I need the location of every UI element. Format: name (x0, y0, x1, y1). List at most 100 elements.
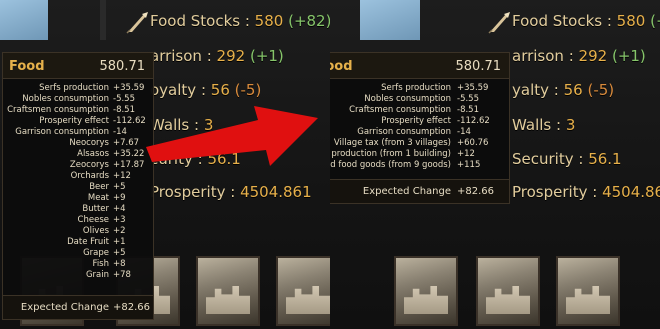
tooltip-row-value: +78 (113, 270, 131, 280)
expected-change-value: +82.66 (113, 302, 151, 313)
loyalty-stat[interactable]: oyalty : 56 (-5) (150, 81, 261, 99)
prosperity-label: Prosperity : (512, 183, 598, 201)
tooltip-title: Food (330, 59, 353, 74)
security-stat[interactable]: curity : 56.1 (150, 150, 241, 168)
tooltip-row: Prosperity effect -112.62 (330, 116, 509, 127)
garrison-stat[interactable]: arrison : 292 (+1) (512, 47, 646, 65)
walls-stat[interactable]: Walls : 3 (512, 116, 575, 134)
building-thumbnail[interactable] (394, 256, 458, 326)
tooltip-header: Food 580.71 (330, 53, 509, 79)
tooltip-footer: Expected Change +82.66 (330, 179, 509, 203)
tooltip-row-label: Craftsmen consumption (7, 105, 109, 115)
tooltip-row: Garrison consumption -14 (330, 127, 509, 138)
tooltip-row-label: Garrison consumption (15, 127, 109, 137)
tooltip-row-value: -5.55 (457, 94, 479, 104)
prosperity-stat[interactable]: Prosperity : 4504.861 (512, 183, 660, 201)
tooltip-row-value: +7.67 (113, 138, 140, 148)
loyalty-stat[interactable]: yalty : 56 (-5) (512, 81, 614, 99)
tooltip-row-label: Olives (82, 226, 109, 236)
tooltip-row-label: Fish (92, 259, 109, 269)
building-thumbnail[interactable] (556, 256, 620, 326)
sky-background (0, 0, 48, 40)
tooltip-row-label: Serfs production (381, 83, 451, 93)
expected-change-label: Expected Change (362, 186, 451, 197)
tooltip-row-value: +3 (113, 215, 126, 225)
tooltip-row: Sold food goods (from 9 goods) +115 (330, 160, 509, 171)
tooltip-row: Neocorys +7.67 (3, 138, 153, 149)
tooltip-row: Garrison consumption -14 (3, 127, 153, 138)
loyalty-change: (-5) (234, 81, 262, 99)
building-thumbnail[interactable] (476, 256, 540, 326)
tooltip-row-value: -5.55 (113, 94, 135, 104)
walls-stat[interactable]: Walls : 3 (150, 116, 213, 134)
tooltip-row-value: -112.62 (113, 116, 146, 126)
tooltip-header: Food 580.71 (3, 53, 153, 79)
tooltip-row: Serfs production +35.59 (3, 83, 153, 94)
food-stocks-stat[interactable]: Food Stocks : 580 (+82) (512, 12, 660, 30)
garrison-change: (+1) (611, 47, 646, 65)
tooltip-row-label: Alsasos (77, 149, 109, 159)
tooltip-row-label: Cheese (77, 215, 109, 225)
food-tooltip: Food 580.71 Serfs production +35.59Nobles… (2, 52, 154, 320)
garrison-stat[interactable]: arrison : 292 (+1) (150, 47, 284, 65)
tooltip-row-value: +60.76 (457, 138, 489, 148)
tooltip-row-value: +35.22 (113, 149, 145, 159)
left-panel: Food Stocks : 580 (+82) arrison : 292 (+… (0, 0, 330, 329)
tooltip-row-value: +5 (113, 182, 126, 192)
right-panel: er Food Stocks : 580 (+82) arrison : 292… (330, 0, 660, 329)
tooltip-rows: Serfs production +35.59 Nobles consumption… (330, 83, 509, 171)
tooltip-row: Craftsmen consumption -8.51 (3, 105, 153, 116)
tooltip-row-label: Nobles consumption (364, 94, 451, 104)
tooltip-row: Village tax (from 3 villages) +60.76 (330, 138, 509, 149)
tooltip-row: Meat +9 (3, 193, 153, 204)
tooltip-row: Fish +8 (3, 259, 153, 270)
tooltip-row: Serfs production +35.59 (330, 83, 509, 94)
security-value: 56.1 (588, 150, 622, 168)
tooltip-row-value: +4 (113, 204, 126, 214)
security-stat[interactable]: Security : 56.1 (512, 150, 622, 168)
tooltip-row-value: +9 (113, 193, 126, 203)
walls-label: Walls : (512, 116, 562, 134)
tooltip-row-label: Serfs production (39, 83, 109, 93)
tooltip-row: Date Fruit +1 (3, 237, 153, 248)
tooltip-row: Craftsmen consumption -8.51 (330, 105, 509, 116)
tooltip-row-label: Grain (85, 270, 109, 280)
tooltip-row: Zeocorys +17.87 (3, 160, 153, 171)
tooltip-row: Prosperity effect -112.62 (3, 116, 153, 127)
tooltip-row: Nobles consumption -5.55 (3, 94, 153, 105)
garrison-value: 292 (216, 47, 246, 65)
walls-label: Walls : (150, 116, 200, 134)
tooltip-row: Grape +5 (3, 248, 153, 259)
food-stocks-value: 580 (254, 12, 284, 30)
tooltip-row: Grain +78 (3, 270, 153, 281)
tooltip-row-value: +35.59 (457, 83, 489, 93)
garrison-change: (+1) (249, 47, 284, 65)
tooltip-row-label: Craftsmen consumption (349, 105, 451, 115)
tooltip-row-value: +35.59 (113, 83, 145, 93)
building-thumbnail[interactable] (276, 256, 330, 326)
tooltip-row-value: +12 (113, 171, 131, 181)
food-stocks-change: (+82) (288, 12, 330, 30)
tooltip-row: Alsasos +35.22 (3, 149, 153, 160)
walls-value: 3 (565, 116, 576, 134)
tooltip-row-label: Building production (from 1 building) (330, 149, 451, 159)
tooltip-row-label: Grape (83, 248, 109, 258)
loyalty-value: 56 (563, 81, 583, 99)
loyalty-value: 56 (210, 81, 230, 99)
food-stocks-label: Food Stocks : (150, 12, 250, 30)
prosperity-stat[interactable]: Prosperity : 4504.861 (150, 183, 312, 201)
tooltip-row-value: -14 (113, 127, 127, 137)
quill-icon (126, 12, 148, 34)
tooltip-row-value: -14 (457, 127, 471, 137)
tooltip-row-label: Date Fruit (67, 237, 109, 247)
prosperity-label: Prosperity : (150, 183, 236, 201)
tooltip-footer: Expected Change +82.66 (3, 295, 153, 319)
building-thumbnail[interactable] (196, 256, 260, 326)
tooltip-row-label: Meat (87, 193, 109, 203)
tooltip-row-label: Village tax (from 3 villages) (333, 138, 451, 148)
garrison-label: arrison : (150, 47, 212, 65)
tooltip-row: Beer +5 (3, 182, 153, 193)
prosperity-value: 4504.861 (602, 183, 660, 201)
tooltip-row-value: +12 (457, 149, 475, 159)
food-stocks-stat[interactable]: Food Stocks : 580 (+82) (150, 12, 330, 30)
